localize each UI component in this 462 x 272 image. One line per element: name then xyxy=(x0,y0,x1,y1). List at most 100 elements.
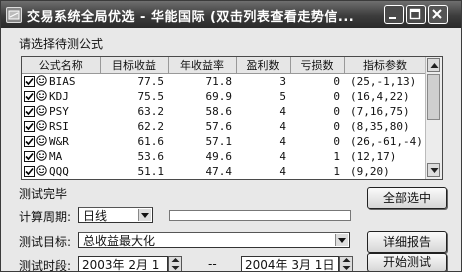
annual-return-cell: 58.6 xyxy=(205,105,233,118)
params-cell: (26,-61,-4) xyxy=(350,135,423,148)
smiley-face-icon xyxy=(36,164,47,179)
start-date-field[interactable]: 2003年 2月 1日 xyxy=(78,256,168,271)
end-date-field[interactable]: 2004年 3月 1日 xyxy=(241,256,339,271)
time-range-label: 测试时段: xyxy=(19,259,72,272)
target-return-cell: 61.6 xyxy=(137,135,165,148)
formula-name-cell: MA xyxy=(22,149,100,164)
close-button[interactable] xyxy=(428,5,448,24)
losses-cell: 0 xyxy=(333,75,340,88)
target-return-cell: 53.6 xyxy=(137,150,165,163)
formula-name: W&R xyxy=(49,134,69,148)
smiley-face-icon xyxy=(36,104,47,119)
table-row[interactable]: PSY 63.2 58.6 4 0 (7,16,75) xyxy=(22,104,426,119)
checkbox-checked-icon[interactable] xyxy=(24,91,35,102)
target-return-cell: 51.1 xyxy=(137,165,165,178)
detail-report-button[interactable]: 详细报告 xyxy=(367,231,447,253)
wins-cell: 4 xyxy=(279,120,286,133)
losses-cell: 0 xyxy=(333,135,340,148)
title-bar[interactable]: 交易系统全局优选 - 华能国际 (双击列表查看走势信... xyxy=(1,1,461,28)
annual-return-cell: 71.8 xyxy=(205,75,233,88)
formula-name-cell: BIAS xyxy=(22,74,100,90)
table-row[interactable]: RSI 62.2 57.6 4 0 (8,35,80) xyxy=(22,119,426,134)
losses-cell: 1 xyxy=(333,150,340,163)
start-test-button[interactable]: 开始测试 xyxy=(367,253,447,271)
target-select[interactable]: 总收益最大化 xyxy=(78,232,350,248)
losses-cell: 0 xyxy=(333,105,340,118)
smiley-face-icon xyxy=(36,74,47,89)
select-all-button[interactable]: 全部选中 xyxy=(367,187,447,209)
formula-name: BIAS xyxy=(49,74,76,88)
smiley-face-icon xyxy=(36,89,47,104)
formula-name: RSI xyxy=(49,119,69,133)
maximize-button[interactable] xyxy=(406,5,426,24)
column-header-annual-return[interactable]: 年收益率 xyxy=(168,57,237,74)
table-row[interactable]: MA 53.6 49.6 4 1 (12,17) xyxy=(22,149,426,164)
params-cell: (9,20) xyxy=(350,165,390,178)
target-return-cell: 75.5 xyxy=(137,90,165,103)
wins-cell: 4 xyxy=(279,105,286,118)
column-header-name[interactable]: 公式名称 xyxy=(22,57,101,74)
params-cell: (8,35,80) xyxy=(350,120,410,133)
scroll-down-button[interactable] xyxy=(427,163,440,177)
params-cell: (16,4,22) xyxy=(350,90,410,103)
checkbox-checked-icon[interactable] xyxy=(24,136,35,147)
params-cell: (12,17) xyxy=(350,150,397,163)
column-header-wins[interactable]: 盈利数 xyxy=(236,57,291,74)
list-scrollbar[interactable] xyxy=(425,57,442,179)
table-row[interactable]: QQQ 51.1 47.4 4 1 (9,20) xyxy=(22,164,426,179)
table-row[interactable]: BIAS 77.5 71.8 3 0 (25,-1,13) xyxy=(22,74,426,90)
column-header-losses[interactable]: 亏损数 xyxy=(290,57,345,74)
losses-cell: 0 xyxy=(333,120,340,133)
smiley-face-icon xyxy=(36,119,47,134)
end-date-spinner[interactable] xyxy=(339,256,353,271)
wins-cell: 4 xyxy=(279,135,286,148)
target-select-value: 总收益最大化 xyxy=(83,234,156,248)
formula-name-cell: W&R xyxy=(22,134,100,149)
checkbox-checked-icon[interactable] xyxy=(24,121,35,132)
annual-return-cell: 47.4 xyxy=(205,165,233,178)
annual-return-cell: 57.1 xyxy=(205,135,233,148)
formula-name-cell: RSI xyxy=(22,119,100,134)
checkbox-checked-icon[interactable] xyxy=(24,106,35,117)
start-date-spinner[interactable] xyxy=(168,256,182,271)
table-row[interactable]: W&R 61.6 57.1 4 0 (26,-61,-4) xyxy=(22,134,426,149)
dialog-window: 交易系统全局优选 - 华能国际 (双击列表查看走势信... 请选择待测公式 公式… xyxy=(0,0,462,272)
scroll-thumb[interactable] xyxy=(427,74,440,120)
minimize-button[interactable] xyxy=(384,5,404,24)
formula-table: 公式名称 目标收益 年收益率 盈利数 亏损数 指标参数 BIAS 77.5 71.8… xyxy=(22,57,427,179)
checkbox-checked-icon[interactable] xyxy=(24,151,35,162)
chevron-down-icon xyxy=(335,234,348,246)
formula-list[interactable]: 公式名称 目标收益 年收益率 盈利数 亏损数 指标参数 BIAS 77.5 71.8… xyxy=(21,56,443,180)
checkbox-checked-icon[interactable] xyxy=(24,76,35,87)
date-range-separator: -- xyxy=(208,257,217,271)
params-cell: (7,16,75) xyxy=(350,105,410,118)
column-header-params[interactable]: 指标参数 xyxy=(344,57,427,74)
checkbox-checked-icon[interactable] xyxy=(24,166,35,177)
formula-table-body: BIAS 77.5 71.8 3 0 (25,-1,13) KDJ 75.5 69.9 5 0 (16… xyxy=(22,74,426,180)
wins-cell: 3 xyxy=(279,75,286,88)
formula-name-cell: PSY xyxy=(22,104,100,119)
column-header-target-return[interactable]: 目标收益 xyxy=(100,57,169,74)
period-select-value: 日线 xyxy=(83,209,108,223)
wins-cell: 5 xyxy=(279,90,286,103)
target-return-cell: 63.2 xyxy=(137,105,165,118)
formula-name: KDJ xyxy=(49,89,69,103)
formula-name: MA xyxy=(49,149,63,163)
window-title: 交易系统全局优选 - 华能国际 (双击列表查看走势信... xyxy=(27,10,355,25)
table-header-row: 公式名称 目标收益 年收益率 盈利数 亏损数 指标参数 xyxy=(22,57,427,74)
wins-cell: 4 xyxy=(279,165,286,178)
target-return-cell: 77.5 xyxy=(137,75,165,88)
table-row[interactable]: KDJ 75.5 69.9 5 0 (16,4,22) xyxy=(22,89,426,104)
annual-return-cell: 69.9 xyxy=(205,90,233,103)
chevron-down-icon xyxy=(138,209,151,221)
status-text: 测试完毕 xyxy=(19,187,68,201)
annual-return-cell: 57.6 xyxy=(205,120,233,133)
formula-name-cell: QQQ xyxy=(22,164,100,179)
target-return-cell: 62.2 xyxy=(137,120,165,133)
smiley-face-icon xyxy=(36,134,47,149)
period-select[interactable]: 日线 xyxy=(78,207,153,223)
scroll-up-button[interactable] xyxy=(427,58,440,72)
formula-list-label: 请选择待测公式 xyxy=(19,37,104,51)
params-cell: (25,-1,13) xyxy=(350,75,417,88)
smiley-face-icon xyxy=(36,149,47,164)
